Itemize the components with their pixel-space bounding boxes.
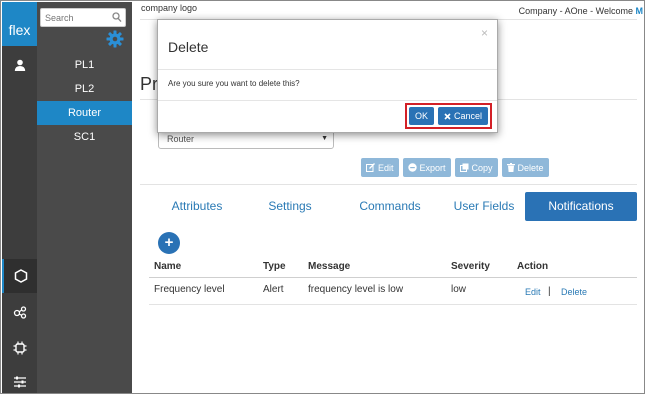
- add-notification-button[interactable]: +: [158, 232, 180, 254]
- chip-icon[interactable]: [2, 331, 37, 365]
- cancel-button[interactable]: Cancel: [438, 107, 488, 125]
- nodes-icon[interactable]: [2, 295, 37, 329]
- tree-item-router[interactable]: Router: [37, 101, 132, 125]
- toolbar: Edit Export Copy Delete: [361, 158, 549, 177]
- delete-label: Delete: [517, 162, 544, 173]
- welcome-text: Company - AOne - Welcome M: [519, 6, 643, 16]
- dialog-header-divider: [158, 69, 497, 70]
- tree-item-pl1[interactable]: PL1: [37, 53, 132, 77]
- cell-message: frequency level is low: [308, 284, 404, 295]
- tab-bar: Attributes Settings Commands User Fields…: [132, 192, 644, 221]
- ok-button[interactable]: OK: [409, 107, 434, 125]
- trash-icon: [506, 163, 515, 172]
- search-icon[interactable]: [112, 12, 122, 26]
- tab-commands[interactable]: Commands: [344, 192, 436, 221]
- page-title: Pr: [140, 74, 158, 94]
- close-icon[interactable]: ×: [481, 26, 488, 40]
- export-label: Export: [419, 162, 446, 173]
- column-header-message: Message: [308, 261, 351, 272]
- cancel-label: Cancel: [453, 111, 482, 121]
- user-icon[interactable]: [2, 48, 37, 82]
- column-header-name: Name: [154, 261, 182, 272]
- tab-attributes[interactable]: Attributes: [152, 192, 242, 221]
- toolbar-divider: [140, 184, 637, 185]
- row-edit-link[interactable]: Edit: [525, 287, 541, 297]
- gear-icon[interactable]: [106, 30, 124, 51]
- close-x-icon: [444, 112, 451, 120]
- cell-severity: low: [451, 284, 467, 295]
- table-header-divider: [149, 277, 637, 278]
- icon-rail: flex: [2, 2, 37, 393]
- edit-label: Edit: [378, 162, 394, 173]
- column-header-severity: Severity: [451, 261, 490, 272]
- copy-icon: [459, 163, 469, 172]
- brand-logo: flex: [2, 2, 37, 46]
- tab-notifications[interactable]: Notifications: [525, 192, 637, 221]
- copy-button[interactable]: Copy: [454, 158, 498, 177]
- cell-type: Alert: [263, 284, 284, 295]
- dialog-footer-divider: [158, 100, 497, 101]
- delete-button[interactable]: Delete: [501, 158, 549, 177]
- tree-sidebar: PL1 PL2 Router SC1: [37, 2, 132, 393]
- export-button[interactable]: Export: [402, 158, 451, 177]
- edit-icon: [366, 163, 375, 172]
- action-separator: |: [548, 286, 551, 297]
- dialog-title: Delete: [168, 39, 209, 55]
- column-header-action: Action: [517, 261, 549, 272]
- hexagon-icon[interactable]: [2, 259, 37, 293]
- sliders-icon[interactable]: [2, 365, 37, 393]
- app-window: flex Search PL1 PL2 Router SC1 company l…: [0, 0, 645, 394]
- user-menu[interactable]: M: [636, 6, 644, 16]
- delete-dialog: Delete × Are you sure you want to delete…: [157, 19, 498, 133]
- edit-button[interactable]: Edit: [361, 158, 399, 177]
- tab-user-fields[interactable]: User Fields: [440, 192, 528, 221]
- table-row-divider: [149, 304, 637, 305]
- search-input[interactable]: [41, 9, 111, 26]
- cell-name: Frequency level: [154, 284, 225, 295]
- welcome-label: Company - AOne - Welcome: [518, 6, 633, 16]
- tree-item-pl2[interactable]: PL2: [37, 77, 132, 101]
- dialog-message: Are you sure you want to delete this?: [168, 79, 300, 88]
- row-delete-link[interactable]: Delete: [561, 287, 587, 297]
- export-icon: [407, 163, 417, 172]
- column-header-type: Type: [263, 261, 286, 272]
- copy-label: Copy: [471, 162, 493, 173]
- search-box: [40, 8, 126, 27]
- tab-settings[interactable]: Settings: [246, 192, 334, 221]
- tree-item-sc1[interactable]: SC1: [37, 125, 132, 149]
- company-logo: company logo: [141, 3, 198, 13]
- type-select-value: Router: [167, 134, 195, 144]
